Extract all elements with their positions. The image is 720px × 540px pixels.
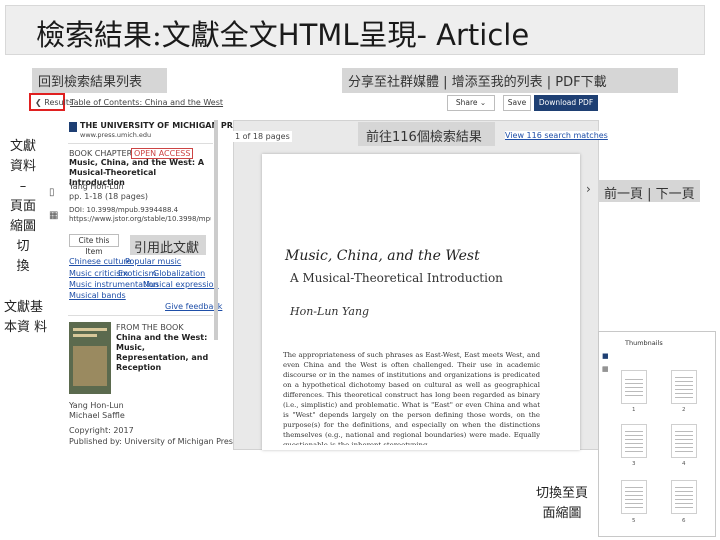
back-results-link[interactable]: ❮ Results [35,98,73,107]
thumbnail-page[interactable] [621,424,647,458]
thumbnails-heading: Thumbnails [625,339,663,347]
topic-link[interactable]: Chinese culture [69,257,131,266]
chevron-down-icon: ⌄ [479,98,487,107]
topic-link[interactable]: Musical expression [143,280,219,289]
cite-label: 引用此文獻 [130,235,206,256]
pdf-subtitle: A Musical-Theoretical Introduction [290,271,503,285]
chapter-pages: pp. 1-18 (18 pages) [69,192,149,201]
grid-icon[interactable]: ▦ [49,210,63,224]
thumbnails-panel: Thumbnails ■ ▦ 1 2 3 4 5 6 [598,331,716,537]
thumbnail-page[interactable] [621,370,647,404]
book-title[interactable]: China and the West: Music, Representatio… [116,333,214,373]
back-to-results-label: 回到檢索結果列表 [32,68,167,93]
from-the-book-label: FROM THE BOOK [116,323,184,332]
scrollbar[interactable] [214,120,218,340]
publisher-logo [69,122,77,132]
next-search-result-label: 前往116個檢索結果 [358,122,495,146]
book-copyright: Copyright: 2017 [69,426,134,435]
divider [68,315,213,316]
basic-info-note: 文獻基 本資 料 [4,300,48,335]
thumbnail-page-number: 2 [682,407,686,413]
toc-link[interactable]: Table of Contents: China and the West [70,98,223,107]
topic-link[interactable]: Popular music [125,257,181,266]
document-icon[interactable]: ▯ [49,187,63,201]
topic-link[interactable]: Musical bands [69,291,126,300]
page-count: 1 of 18 pages [233,131,292,142]
prev-next-label: 前一頁 | 下一頁 [598,180,700,202]
publisher-url: www.press.umich.edu [80,131,152,139]
book-icon[interactable]: ■ [602,352,609,360]
publisher-name: THE UNIVERSITY OF MICHIGAN PRESS [80,121,250,130]
pdf-body-text: The appropriateness of such phrases as E… [283,351,540,445]
share-button[interactable]: Share ⌄ [447,95,495,111]
book-publisher: Published by: University of Michigan Pre… [69,437,238,446]
book-cover-image [69,322,111,394]
chapter-author: Yang Hon-Lun [69,182,124,191]
cite-this-item-button[interactable]: Cite this Item [69,234,119,256]
grid-icon[interactable]: ▦ [602,365,609,373]
pdf-author: Hon-Lun Yang [290,305,370,318]
thumbnail-page[interactable] [671,370,697,404]
thumbnail-page[interactable] [671,424,697,458]
pages-thumbnail-note: 文獻 資料 – 頁面 縮圖切換 [9,139,36,274]
topic-link[interactable]: Exoticism [118,269,156,278]
book-author: Yang Hon-Lun [69,401,124,410]
book-author: Michael Saffle [69,411,125,420]
thumbnail-page-number: 4 [682,461,686,467]
thumbnails-note: 切換至頁 面縮圖 [535,486,588,521]
chapter-tag: BOOK CHAPTER [69,149,133,158]
thumbnail-page[interactable] [621,480,647,514]
save-button[interactable]: Save [503,95,531,111]
chapter-doi: DOI: 10.3998/mpub.9394488.4 [69,206,179,214]
thumbnail-page-number: 3 [632,461,636,467]
thumbnail-page-number: 5 [632,518,636,524]
topic-link[interactable]: Globalization [153,269,205,278]
view-search-matches-link[interactable]: View 116 search matches [505,131,608,140]
share-label: 分享至社群媒體 | 增添至我的列表 | PDF下載 [342,68,678,93]
chevron-right-icon[interactable]: › [586,182,591,196]
divider [68,143,213,144]
pdf-title: Music, China, and the West [285,248,480,264]
thumbnail-page[interactable] [671,480,697,514]
stable-url[interactable]: https://www.jstor.org/stable/10.3998/mpu… [69,215,211,223]
slide-title: 檢索結果:文獻全文HTML呈現- Article [36,18,530,52]
download-pdf-button[interactable]: Download PDF [534,95,598,111]
thumbnail-page-number: 1 [632,407,636,413]
thumbnail-page-number: 6 [682,518,686,524]
